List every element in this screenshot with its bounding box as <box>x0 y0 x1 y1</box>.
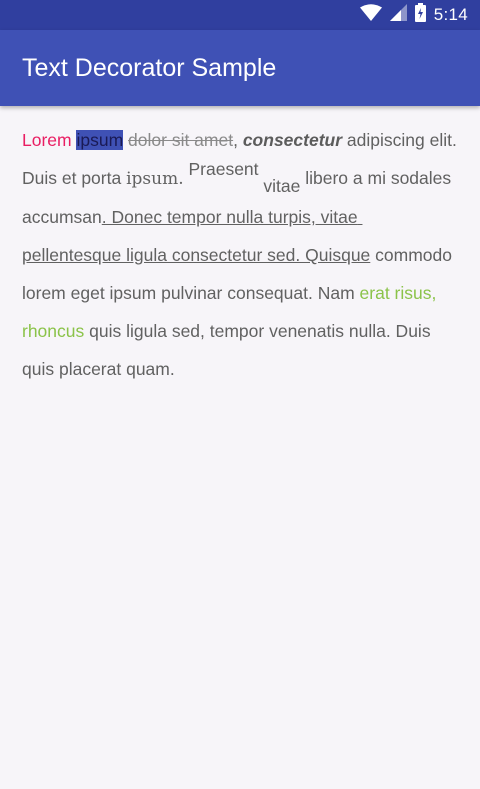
text-span: , <box>233 130 243 150</box>
app-bar: Text Decorator Sample <box>0 30 480 106</box>
status-time: 5:14 <box>433 5 468 24</box>
text-span: consectetur <box>242 130 343 150</box>
battery-icon <box>414 3 426 27</box>
text-span: Praesent <box>188 159 259 180</box>
text-span: ipsum. <box>126 169 184 189</box>
signal-icon <box>389 4 407 26</box>
text-span: vitae <box>263 175 301 196</box>
text-span: quis ligula sed, tempor venenatis nulla.… <box>22 321 436 379</box>
text-span: Lorem <box>22 130 72 150</box>
text-span: ipsum <box>76 130 124 150</box>
text-span: dolor sit amet <box>128 130 234 150</box>
app-title: Text Decorator Sample <box>22 54 277 82</box>
decorated-text: Lorem ipsum dolor sit amet, consectetur … <box>22 121 458 388</box>
status-bar: 5:14 <box>0 0 480 30</box>
wifi-icon <box>359 4 382 26</box>
status-icons: 5:14 <box>359 0 468 30</box>
